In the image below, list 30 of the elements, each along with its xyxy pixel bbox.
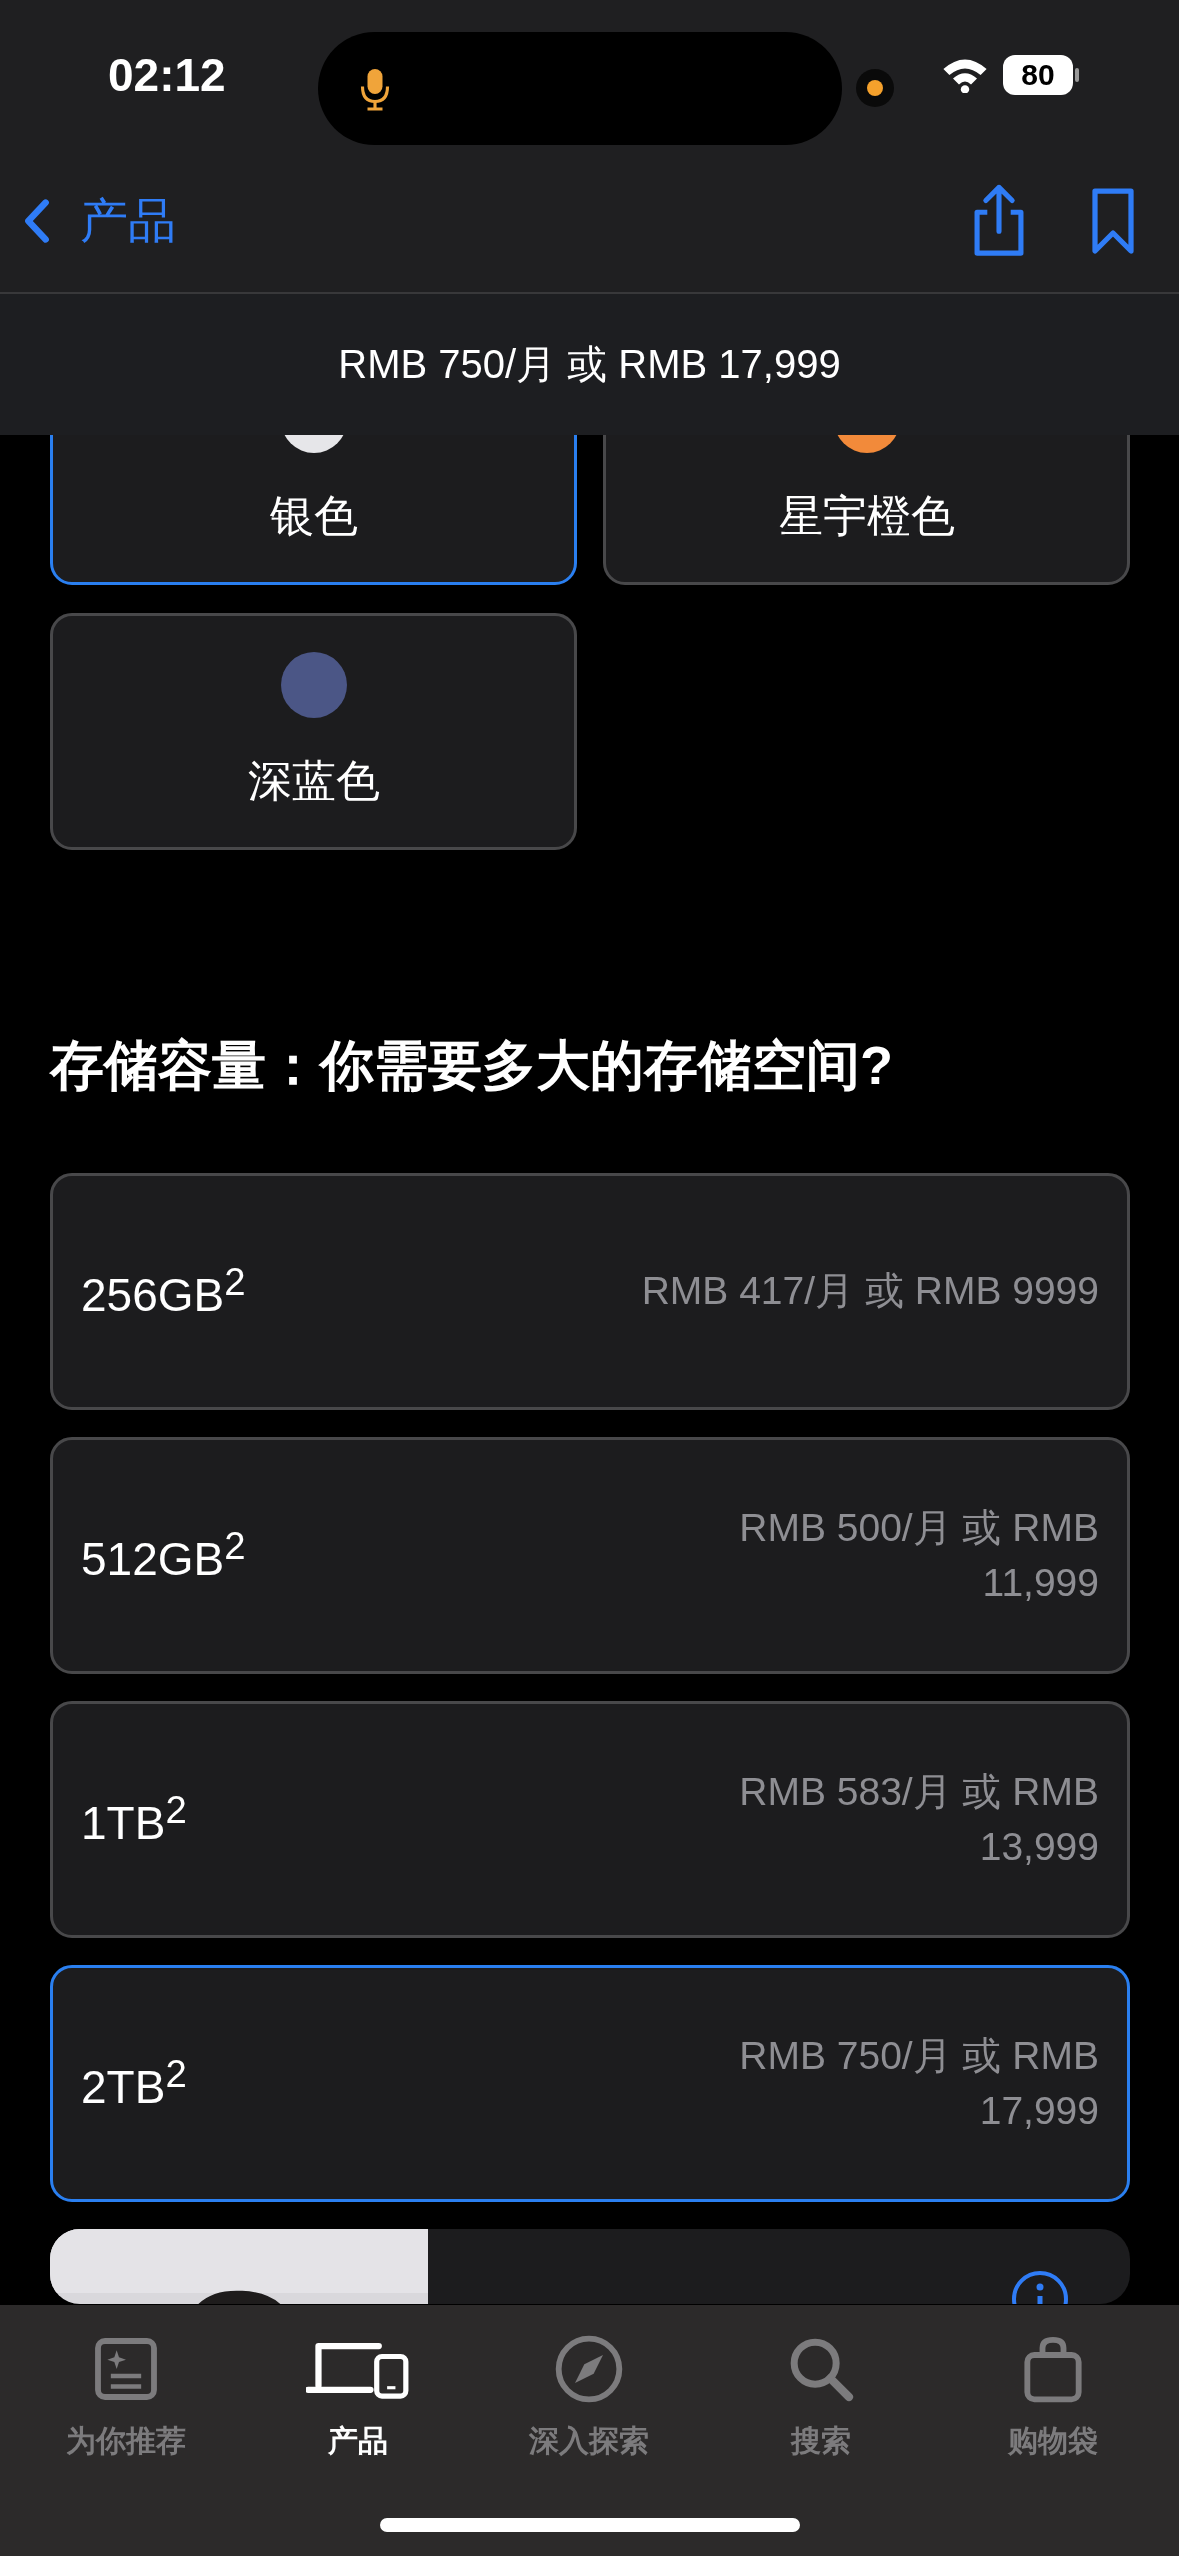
option-price: RMB 750/月 或 RMB 17,999	[738, 2032, 1099, 2134]
color-name: 深蓝色	[247, 755, 380, 807]
option-price: RMB 417/月 或 RMB 9999	[641, 1268, 1099, 1315]
battery-indicator: 80	[1003, 55, 1073, 95]
capacity-label: 512GB$^{2}$	[81, 1524, 246, 1587]
section-heading: 存储容量：你需要多大的存储空间?	[50, 1034, 894, 1097]
tab-item[interactable]: 产品	[257, 2333, 458, 2462]
price-summary: RMB 750/月 或 RMB 17,999	[338, 341, 841, 388]
status-time: 02:12	[108, 48, 226, 102]
option-price: RMB 500/月 或 RMB 11,999	[738, 1504, 1099, 1606]
color-name: 银色	[269, 490, 358, 542]
capacity-label: 1TB$^{2}$	[81, 1788, 187, 1851]
bookmark-icon[interactable]	[1089, 186, 1137, 256]
compass-icon	[554, 2333, 625, 2405]
storage-option[interactable]: 512GB$^{2}$ RMB 500/月 或 RMB 11,999	[50, 1437, 1130, 1674]
capacity-label: 2TB$^{2}$	[81, 2052, 187, 2115]
back-button[interactable]: 产品	[24, 189, 176, 253]
storage-option[interactable]: 256GB$^{2}$ RMB 417/月 或 RMB 9999	[50, 1173, 1130, 1410]
back-chevron-icon	[24, 199, 50, 243]
color-option[interactable]: 星宇橙色	[603, 435, 1130, 585]
storage-option[interactable]: 2TB$^{2}$ RMB 750/月 或 RMB 17,999	[50, 1965, 1130, 2202]
color-name: 星宇橙色	[778, 490, 955, 542]
color-option[interactable]: 深蓝色	[50, 613, 577, 850]
color-option[interactable]: 银色	[50, 435, 577, 585]
capacity-label: 256GB$^{2}$	[81, 1260, 246, 1323]
promo-card[interactable]	[50, 2229, 1130, 2304]
privacy-dot-icon	[855, 68, 895, 108]
storage-option[interactable]: 1TB$^{2}$ RMB 583/月 或 RMB 13,999	[50, 1701, 1130, 1938]
wifi-icon	[941, 57, 989, 93]
option-price: RMB 583/月 或 RMB 13,999	[738, 1768, 1099, 1870]
